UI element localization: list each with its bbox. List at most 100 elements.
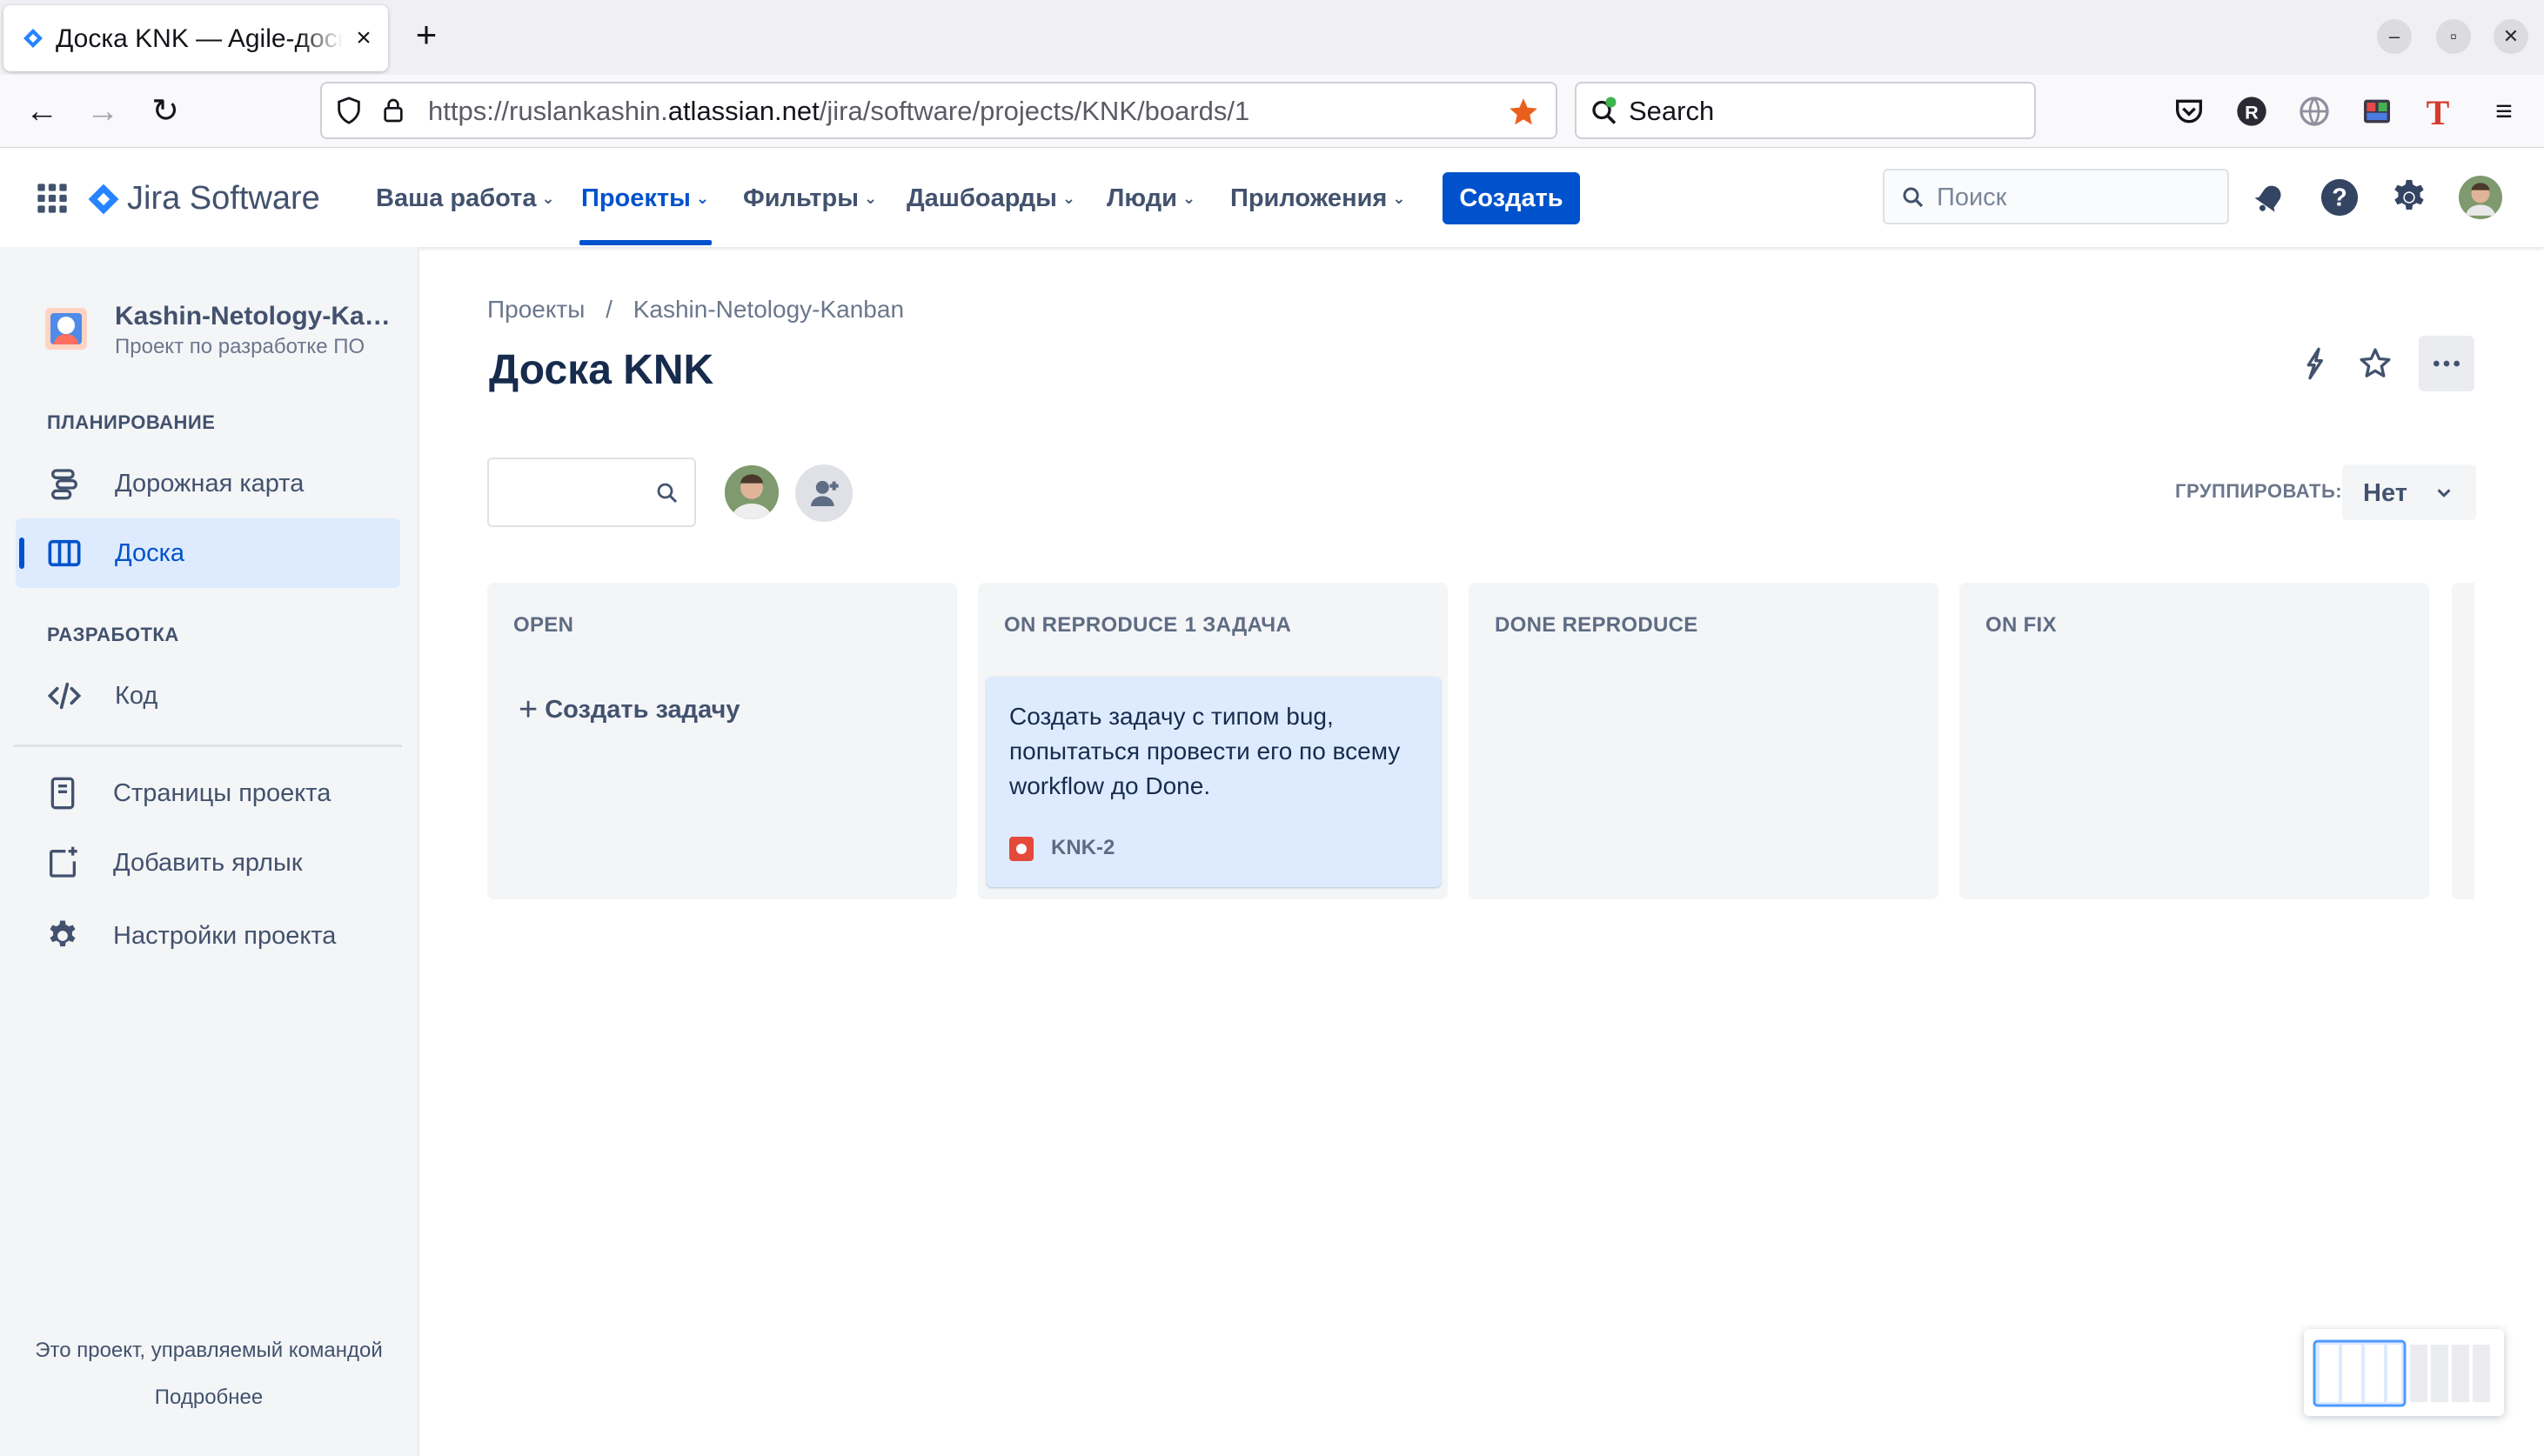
sidebar-divider <box>14 745 402 747</box>
breadcrumb: Проекты / Kashin-Netology-Kanban <box>487 294 904 325</box>
shield-icon[interactable] <box>334 96 364 125</box>
minimap-columns-icon <box>2313 1339 2490 1407</box>
learn-more-link[interactable]: Подробнее <box>0 1385 418 1411</box>
roadmap-icon <box>51 469 77 500</box>
star-icon <box>2360 348 2391 377</box>
browser-search-bar[interactable]: Search <box>1575 82 2036 139</box>
group-by-label: ГРУППИРОВАТЬ: <box>2175 480 2343 502</box>
more-icon <box>2434 360 2460 367</box>
project-name[interactable]: Kashin-Netology-Kanban <box>115 301 393 332</box>
globe-icon[interactable] <box>2297 94 2332 129</box>
tab-title: Доска KNK — Agile-доска <box>56 24 343 53</box>
forward-icon[interactable]: → <box>84 92 122 130</box>
chevron-down-icon: ⌄ <box>695 190 709 207</box>
menu-dashboards[interactable]: Дашбоарды ⌄ <box>907 183 1075 214</box>
sidebar-item-board[interactable]: Доска <box>16 518 400 588</box>
menu-apps[interactable]: Приложения ⌄ <box>1230 183 1405 214</box>
bug-icon <box>1009 837 1034 861</box>
menu-people[interactable]: Люди ⌄ <box>1107 183 1195 214</box>
settings-icon <box>50 920 76 947</box>
svg-text:?: ? <box>2332 184 2347 212</box>
browser-toolbar: ← → ↻ https://ruslankashin.atlassian.net… <box>0 75 2544 148</box>
breadcrumb-separator: / <box>606 296 613 323</box>
menu-filters[interactable]: Фильтры ⌄ <box>743 183 877 214</box>
board-icon <box>48 539 81 567</box>
issue-summary: Создать задачу с типом bug, попытаться п… <box>1009 703 1401 799</box>
assignee-filter-avatar[interactable] <box>722 463 781 522</box>
app-switcher-icon[interactable] <box>35 181 70 216</box>
help-icon[interactable]: ? <box>2320 177 2360 217</box>
menu-your-work[interactable]: Ваша работа ⌄ <box>376 183 555 214</box>
sidebar-item-project-settings[interactable]: Настройки проекта <box>16 901 400 971</box>
board-search-input[interactable] <box>487 458 696 527</box>
code-icon <box>47 682 82 710</box>
group-by-select[interactable]: Нет <box>2342 464 2476 520</box>
project-type: Проект по разработке ПО <box>115 335 365 358</box>
sidebar-item-label: Добавить ярлык <box>113 849 303 877</box>
user-avatar-icon <box>725 465 779 519</box>
group-by-value: Нет <box>2363 479 2407 507</box>
sidebar-item-add-shortcut[interactable]: Добавить ярлык <box>16 828 400 898</box>
restore-button[interactable]: ▫ <box>2436 19 2471 54</box>
plus-icon: + <box>519 691 539 728</box>
chevron-down-icon: ⌄ <box>541 190 555 207</box>
settings-gear-icon[interactable] <box>2389 177 2429 217</box>
page-title: Доска KNK <box>489 347 714 393</box>
board-minimap[interactable] <box>2304 1329 2504 1416</box>
board-column-on-fix: ON FIX <box>1959 583 2429 899</box>
chevron-down-icon: ⌄ <box>1392 190 1406 207</box>
new-tab-button[interactable]: + <box>409 17 444 53</box>
sidebar-item-label: Страницы проекта <box>113 779 331 807</box>
column-title: DONE REPRODUCE <box>1495 613 1698 637</box>
active-menu-underline <box>579 240 712 245</box>
sidebar-item-label: Дорожная карта <box>115 470 305 498</box>
jira-logo-icon <box>88 184 119 215</box>
notifications-bell-icon[interactable] <box>2252 179 2288 216</box>
bookmark-star-icon[interactable] <box>1507 96 1540 129</box>
pocket-icon[interactable] <box>2172 94 2206 129</box>
close-window-button[interactable]: ✕ <box>2494 19 2528 54</box>
issue-key[interactable]: KNK-2 <box>1051 833 1115 863</box>
jira-search-input[interactable]: Поиск <box>1883 169 2229 224</box>
project-avatar-icon <box>45 308 87 350</box>
tab-close-icon[interactable]: × <box>350 24 378 52</box>
reload-icon[interactable]: ↻ <box>146 92 184 130</box>
lock-icon[interactable] <box>379 96 407 125</box>
more-actions-button[interactable] <box>2419 336 2474 391</box>
project-avatar[interactable] <box>45 308 87 350</box>
search-engine-icon <box>1592 97 1617 124</box>
browser-tab[interactable]: Доска KNK — Agile-доска × <box>3 5 388 71</box>
sidebar-item-roadmap[interactable]: Дорожная карта <box>16 449 400 518</box>
translate-t-icon[interactable]: T <box>2420 94 2455 129</box>
jira-top-nav: Jira Software Ваша работа ⌄ Проекты ⌄ Филь… <box>0 148 2544 247</box>
color-extension-icon[interactable] <box>2360 94 2394 129</box>
issue-card[interactable]: Создать задачу с типом bug, попытаться п… <box>987 677 1441 887</box>
sidebar-item-label: Доска <box>115 539 185 567</box>
sidebar-item-code[interactable]: Код <box>16 661 400 731</box>
board-column-on-reproduce: ON REPRODUCE 1 ЗАДАЧА Создать задачу с ти… <box>978 583 1448 899</box>
breadcrumb-projects-link[interactable]: Проекты <box>487 296 585 323</box>
pages-icon <box>50 777 75 810</box>
hamburger-menu-icon[interactable]: ≡ <box>2485 92 2523 130</box>
profile-r-icon[interactable]: R <box>2234 94 2269 129</box>
minimize-button[interactable]: – <box>2377 19 2412 54</box>
board-column-done-reproduce: DONE REPRODUCE <box>1469 583 1938 899</box>
sidebar-item-project-pages[interactable]: Страницы проекта <box>16 758 400 828</box>
active-indicator <box>19 538 24 569</box>
planning-section-heading: ПЛАНИРОВАНИЕ <box>47 411 216 433</box>
user-avatar[interactable] <box>2459 176 2502 219</box>
add-people-button[interactable] <box>795 464 853 522</box>
create-button[interactable]: Создать <box>1443 172 1580 224</box>
sidebar-item-label: Код <box>115 682 158 710</box>
menu-projects[interactable]: Проекты ⌄ <box>581 183 709 214</box>
breadcrumb-project-link[interactable]: Kashin-Netology-Kanban <box>633 296 904 323</box>
browser-search-label: Search <box>1629 96 1715 126</box>
star-board-button[interactable] <box>2347 336 2403 391</box>
chevron-down-icon <box>2437 489 2451 498</box>
create-issue-button[interactable]: + Создать задачу <box>519 691 740 728</box>
back-icon[interactable]: ← <box>23 92 61 130</box>
chevron-down-icon: ⌄ <box>863 190 878 207</box>
address-bar[interactable]: https://ruslankashin.atlassian.net/jira/… <box>320 82 1557 139</box>
automation-button[interactable] <box>2286 336 2342 391</box>
search-icon <box>1903 187 1924 208</box>
